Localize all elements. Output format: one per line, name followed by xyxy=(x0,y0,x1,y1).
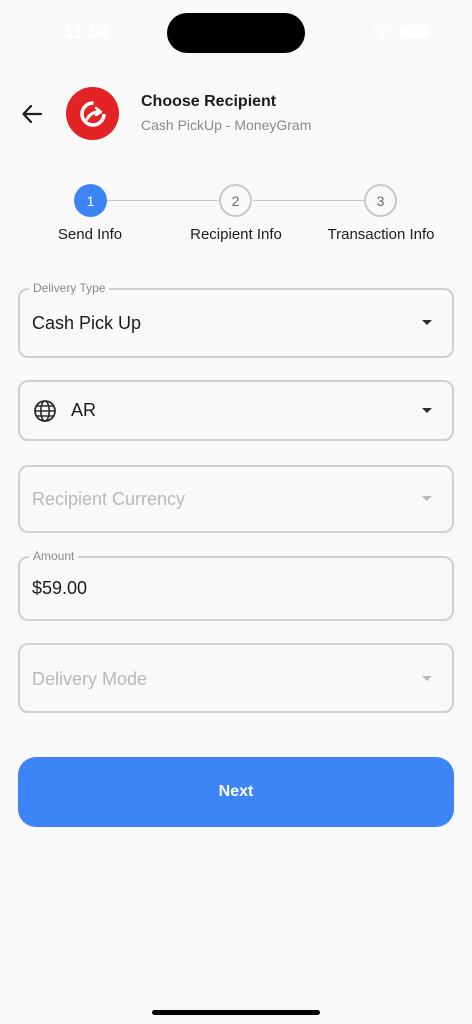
next-button[interactable]: Next xyxy=(18,757,454,827)
step-connector xyxy=(107,200,219,201)
header: Choose Recipient Cash PickUp - MoneyGram xyxy=(0,86,472,142)
moneygram-logo xyxy=(66,87,119,140)
step-3-label: Transaction Info xyxy=(327,226,435,243)
progress-stepper: 1 2 3 Send Info Recipient Info Transacti… xyxy=(0,184,472,254)
globe-icon xyxy=(34,400,56,422)
status-time: 11:58 xyxy=(64,22,110,42)
recipient-currency-select[interactable]: Recipient Currency xyxy=(18,465,454,533)
delivery-mode-select[interactable]: Delivery Mode xyxy=(18,643,454,713)
amount-value: $59.00 xyxy=(32,578,88,598)
recipient-currency-placeholder: Recipient Currency xyxy=(32,489,186,509)
chevron-down-icon xyxy=(422,320,432,325)
dynamic-island xyxy=(167,13,305,53)
chevron-down-icon xyxy=(422,676,432,681)
step-2-indicator: 2 xyxy=(219,184,252,217)
delivery-mode-placeholder: Delivery Mode xyxy=(32,669,148,689)
country-value: AR xyxy=(71,400,97,420)
step-2-label: Recipient Info xyxy=(190,226,282,243)
status-icons xyxy=(372,24,428,38)
amount-label: Amount xyxy=(29,549,79,563)
step-3-indicator: 3 xyxy=(364,184,397,217)
moneygram-swirl-icon xyxy=(79,100,106,127)
country-select[interactable]: AR xyxy=(18,380,454,441)
arrow-left-icon xyxy=(22,104,43,124)
step-1-label: Send Info xyxy=(57,226,123,243)
delivery-type-value: Cash Pick Up xyxy=(32,313,142,333)
back-button[interactable] xyxy=(18,100,46,128)
step-1-indicator: 1 xyxy=(74,184,107,217)
chevron-down-icon xyxy=(422,496,432,501)
delivery-type-label: Delivery Type xyxy=(29,281,110,295)
wifi-icon xyxy=(372,24,392,37)
page-title: Choose Recipient xyxy=(141,93,277,110)
home-indicator[interactable] xyxy=(152,1010,320,1015)
chevron-down-icon xyxy=(422,408,432,413)
battery-icon xyxy=(400,24,428,38)
amount-field[interactable]: Amount $59.00 xyxy=(18,549,454,621)
page-subtitle: Cash PickUp - MoneyGram xyxy=(141,117,312,133)
step-connector xyxy=(253,200,364,201)
status-bar: 11:58 xyxy=(0,0,472,60)
delivery-type-select[interactable]: Delivery Type Cash Pick Up xyxy=(18,281,454,358)
